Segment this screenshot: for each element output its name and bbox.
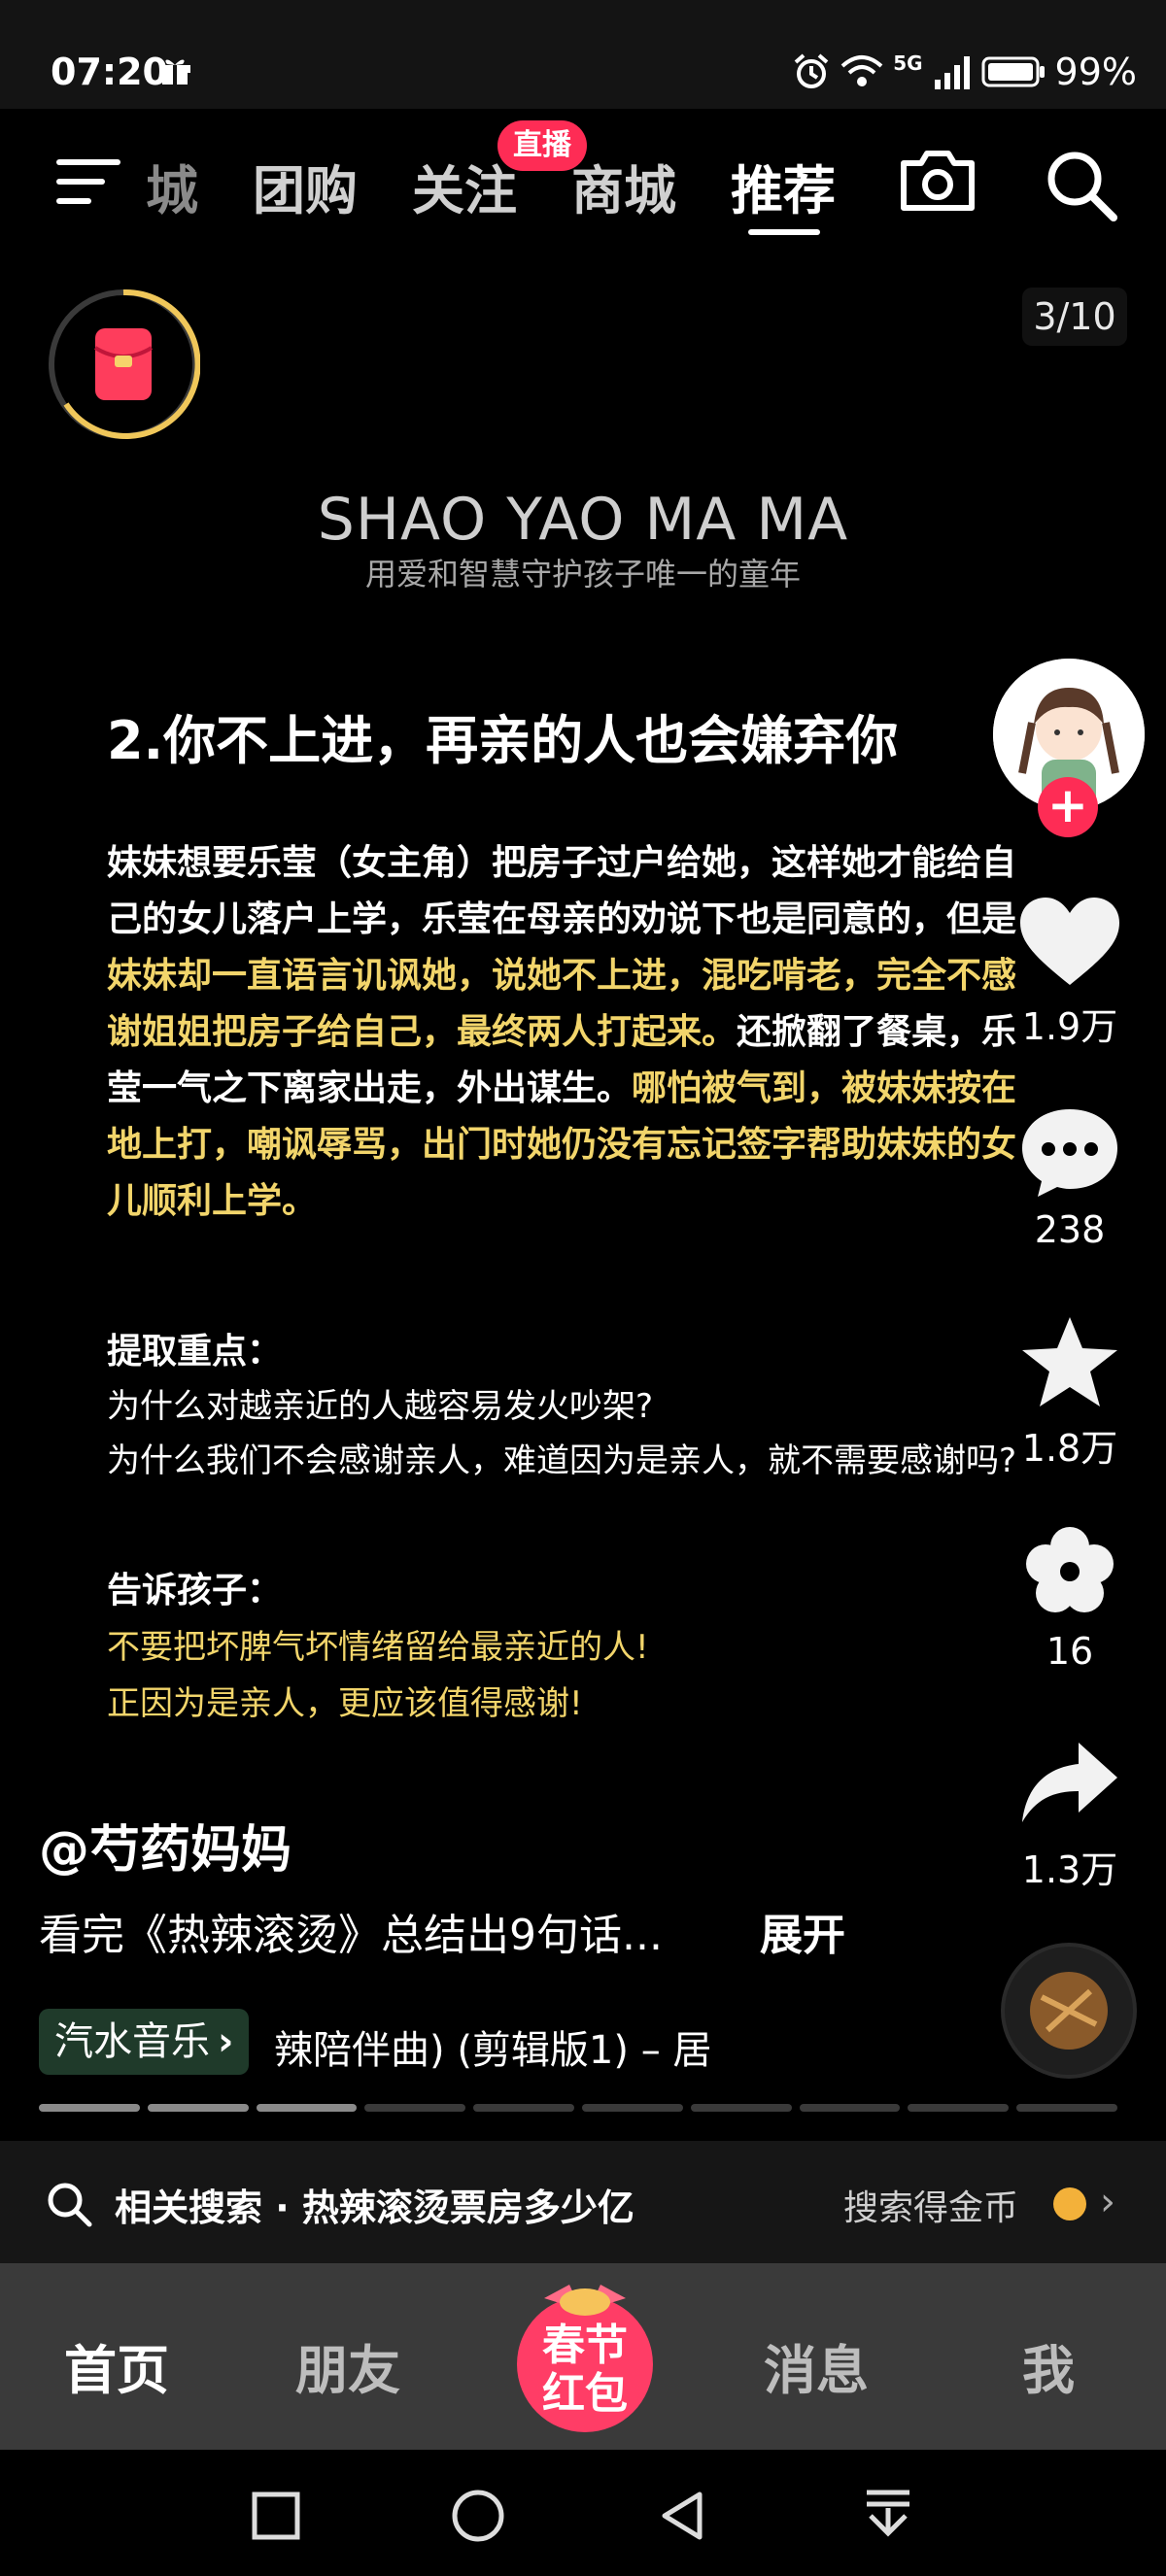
status-right: 5G 99%	[792, 51, 1137, 93]
author-name[interactable]: @芍药妈妈	[39, 1809, 292, 1881]
flower-icon[interactable]	[1016, 1523, 1123, 1620]
battery-percent: 99%	[1054, 51, 1137, 93]
battery-icon	[981, 56, 1045, 87]
key-points-title: 提取重点：	[107, 1332, 283, 1372]
music-tag-label: 汽水音乐	[54, 2019, 210, 2064]
progress-segment	[1016, 2104, 1117, 2112]
follow-button[interactable]: +	[1038, 777, 1098, 837]
status-time: 07:20	[51, 51, 168, 93]
home-circle-icon[interactable]	[451, 2489, 505, 2543]
progress-segment	[147, 2104, 249, 2112]
alarm-icon	[794, 53, 829, 88]
tab-group-buy[interactable]: 团购	[253, 148, 358, 224]
post-description[interactable]: 看完《热辣滚烫》总结出9句话...	[39, 1900, 663, 1962]
comment-icon[interactable]	[1016, 1103, 1123, 1201]
progress-segment	[473, 2104, 574, 2112]
para-text-1: 妹妹想要乐莹（女主角）把房子过户给她，这样她才能给自己的女儿落户上学，乐莹在母亲…	[107, 843, 1017, 939]
nav-messages[interactable]: 消息	[764, 2327, 869, 2404]
share-count: 1.3万	[1021, 1848, 1118, 1891]
tab-partial[interactable]: 城	[146, 148, 198, 224]
spring-label: 春节 红包	[501, 2322, 669, 2419]
tab-mall[interactable]: 商城	[571, 148, 676, 224]
spring-festival-red-packet-button[interactable]: 春节 红包	[501, 2279, 669, 2436]
content-paragraph: 妹妹想要乐莹（女主角）把房子过户给她，这样她才能给自己的女儿落户上学，乐莹在母亲…	[107, 835, 1040, 1230]
like-count: 1.9万	[1021, 1005, 1118, 1048]
search-coin-text[interactable]: 搜索得金币	[843, 2180, 1018, 2230]
tell-kids-line: 正因为是亲人，更应该值得感谢!	[107, 1684, 583, 1723]
notification-pull-icon[interactable]	[861, 2487, 915, 2545]
gift-icon	[159, 59, 190, 85]
active-tab-indicator	[748, 229, 820, 235]
music-name[interactable]: 辣陪伴曲) (剪辑版1) – 居	[274, 2018, 711, 2075]
progress-segment	[581, 2104, 683, 2112]
system-nav-bar	[0, 2450, 1166, 2576]
music-cover-icon	[1005, 1947, 1133, 2075]
progress-segment	[256, 2104, 358, 2112]
key-point-line: 为什么对越亲近的人越容易发火吵架?	[107, 1387, 654, 1426]
search-icon[interactable]	[1042, 146, 1119, 223]
tab-recommend[interactable]: 推荐	[731, 148, 836, 224]
star-icon[interactable]	[1016, 1313, 1123, 1410]
chevron-right-icon: ›	[218, 2019, 234, 2064]
progress-segment	[799, 2104, 901, 2112]
progress-segment	[39, 2104, 140, 2112]
progress-segment	[364, 2104, 466, 2112]
tell-kids-line: 不要把坏脾气坏情绪留给最亲近的人!	[107, 1628, 649, 1667]
nav-me[interactable]: 我	[1022, 2327, 1075, 2404]
music-disc[interactable]	[1001, 1943, 1137, 2079]
flower-count: 16	[1046, 1630, 1094, 1673]
favorite-count: 1.8万	[1021, 1427, 1118, 1470]
signal-icon	[934, 56, 970, 89]
progress-segment	[690, 2104, 792, 2112]
share-icon[interactable]	[1016, 1735, 1123, 1832]
spring-line-2: 红包	[542, 2369, 628, 2419]
carousel-progress	[39, 2104, 1117, 2112]
search-icon	[48, 2183, 92, 2227]
expand-button[interactable]: 展开	[760, 1900, 845, 1962]
nav-friends[interactable]: 朋友	[295, 2327, 400, 2404]
image-page-counter: 3/10	[1022, 288, 1127, 346]
related-search-text[interactable]: 相关搜索 · 热辣滚烫票房多少亿	[115, 2178, 634, 2231]
red-packet-icon[interactable]	[47, 288, 200, 441]
coin-icon	[1053, 2187, 1086, 2220]
wifi-icon	[840, 55, 883, 86]
key-point-line: 为什么我们不会感谢亲人，难道因为是亲人，就不需要感谢吗?	[107, 1441, 1017, 1480]
camera-icon[interactable]	[898, 146, 977, 214]
tell-kids-title: 告诉孩子：	[107, 1571, 283, 1610]
music-tag[interactable]: 汽水音乐 ›	[39, 2009, 250, 2075]
chevron-right-icon[interactable]: ›	[1100, 2180, 1115, 2224]
brand-title: SHAO YAO MA MA	[317, 486, 849, 554]
network-type: 5G	[893, 51, 923, 75]
nav-home[interactable]: 首页	[64, 2327, 169, 2404]
progress-segment	[908, 2104, 1010, 2112]
back-icon[interactable]	[655, 2489, 709, 2543]
menu-icon[interactable]	[56, 155, 120, 206]
content-heading: 2.你不上进，再亲的人也会嫌弃你	[107, 710, 899, 771]
spring-line-1: 春节	[542, 2321, 628, 2370]
recent-apps-icon[interactable]	[251, 2491, 301, 2541]
brand-subtitle: 用爱和智慧守护孩子唯一的童年	[364, 556, 801, 593]
comment-count: 238	[1034, 1208, 1106, 1251]
heart-icon[interactable]	[1016, 894, 1123, 991]
